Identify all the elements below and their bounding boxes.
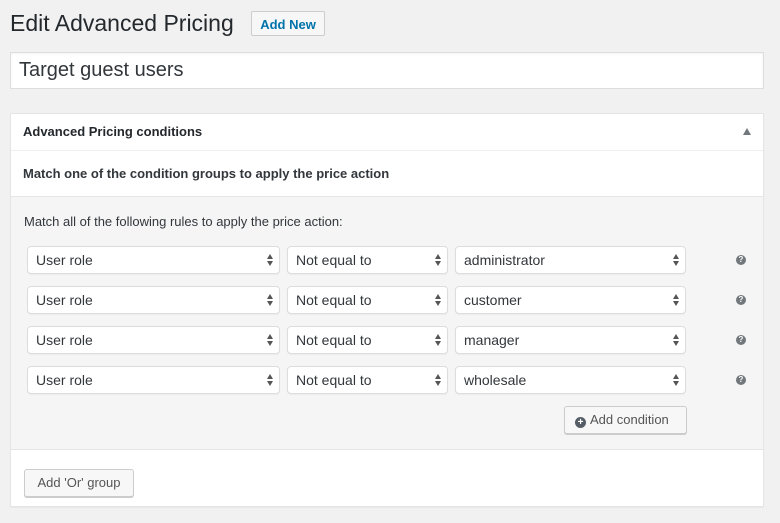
rule-value-value: administrator: [464, 252, 545, 268]
rule-operator-value: Not equal to: [296, 252, 372, 268]
rule-field-value: User role: [36, 332, 93, 348]
add-new-button[interactable]: Add New: [251, 11, 325, 36]
select-arrows-icon: [435, 334, 442, 347]
rule-operator-value: Not equal to: [296, 292, 372, 308]
select-arrows-icon: [267, 334, 274, 347]
panel-subheader: Match one of the condition groups to app…: [11, 151, 763, 197]
panel-header[interactable]: Advanced Pricing conditions: [11, 114, 763, 151]
advanced-pricing-conditions-panel: Advanced Pricing conditions Match one of…: [10, 113, 764, 507]
rule-value-value: customer: [464, 292, 522, 308]
rule-field-value: User role: [36, 292, 93, 308]
help-icon[interactable]: ?: [736, 255, 746, 265]
condition-rule: User role Not equal to wholesale ?: [27, 366, 747, 394]
select-arrows-icon: [673, 374, 680, 387]
select-arrows-icon: [435, 374, 442, 387]
add-or-group-button[interactable]: Add 'Or' group: [24, 469, 134, 497]
rule-value-value: wholesale: [464, 372, 527, 388]
rule-value-select[interactable]: wholesale: [455, 366, 686, 394]
panel-subtitle: Match one of the condition groups to app…: [23, 166, 390, 181]
select-arrows-icon: [673, 254, 680, 267]
rule-value-select[interactable]: manager: [455, 326, 686, 354]
select-arrows-icon: [267, 374, 274, 387]
rule-field-select[interactable]: User role: [27, 246, 280, 274]
page-title: Edit Advanced Pricing: [10, 10, 234, 36]
rule-operator-select[interactable]: Not equal to: [287, 366, 448, 394]
condition-group-label: Match all of the following rules to appl…: [24, 214, 343, 229]
rule-field-select[interactable]: User role: [27, 326, 280, 354]
select-arrows-icon: [435, 294, 442, 307]
rule-field-select[interactable]: User role: [27, 366, 280, 394]
select-arrows-icon: [673, 334, 680, 347]
help-icon[interactable]: ?: [736, 335, 746, 345]
rule-operator-select[interactable]: Not equal to: [287, 326, 448, 354]
rule-value-value: manager: [464, 332, 520, 348]
condition-rule: User role Not equal to administrator ?: [27, 246, 747, 274]
rule-field-value: User role: [36, 372, 93, 388]
condition-rule: User role Not equal to manager ?: [27, 326, 747, 354]
rule-operator-select[interactable]: Not equal to: [287, 246, 448, 274]
rule-field-select[interactable]: User role: [27, 286, 280, 314]
rule-operator-select[interactable]: Not equal to: [287, 286, 448, 314]
panel-title: Advanced Pricing conditions: [23, 124, 203, 139]
select-arrows-icon: [435, 254, 442, 267]
select-arrows-icon: [267, 294, 274, 307]
plus-circle-icon: +: [575, 417, 586, 428]
select-arrows-icon: [267, 254, 274, 267]
rule-operator-value: Not equal to: [296, 372, 372, 388]
title-input[interactable]: [10, 52, 764, 89]
rule-operator-value: Not equal to: [296, 332, 372, 348]
rule-field-value: User role: [36, 252, 93, 268]
add-condition-button[interactable]: + Add condition: [564, 406, 687, 434]
help-icon[interactable]: ?: [736, 295, 746, 305]
add-condition-label: Add condition: [590, 412, 669, 427]
rule-value-select[interactable]: customer: [455, 286, 686, 314]
rule-value-select[interactable]: administrator: [455, 246, 686, 274]
collapse-toggle-icon[interactable]: [743, 128, 751, 135]
select-arrows-icon: [673, 294, 680, 307]
condition-group: Match all of the following rules to appl…: [11, 197, 763, 450]
help-icon[interactable]: ?: [736, 375, 746, 385]
condition-rule: User role Not equal to customer ?: [27, 286, 747, 314]
